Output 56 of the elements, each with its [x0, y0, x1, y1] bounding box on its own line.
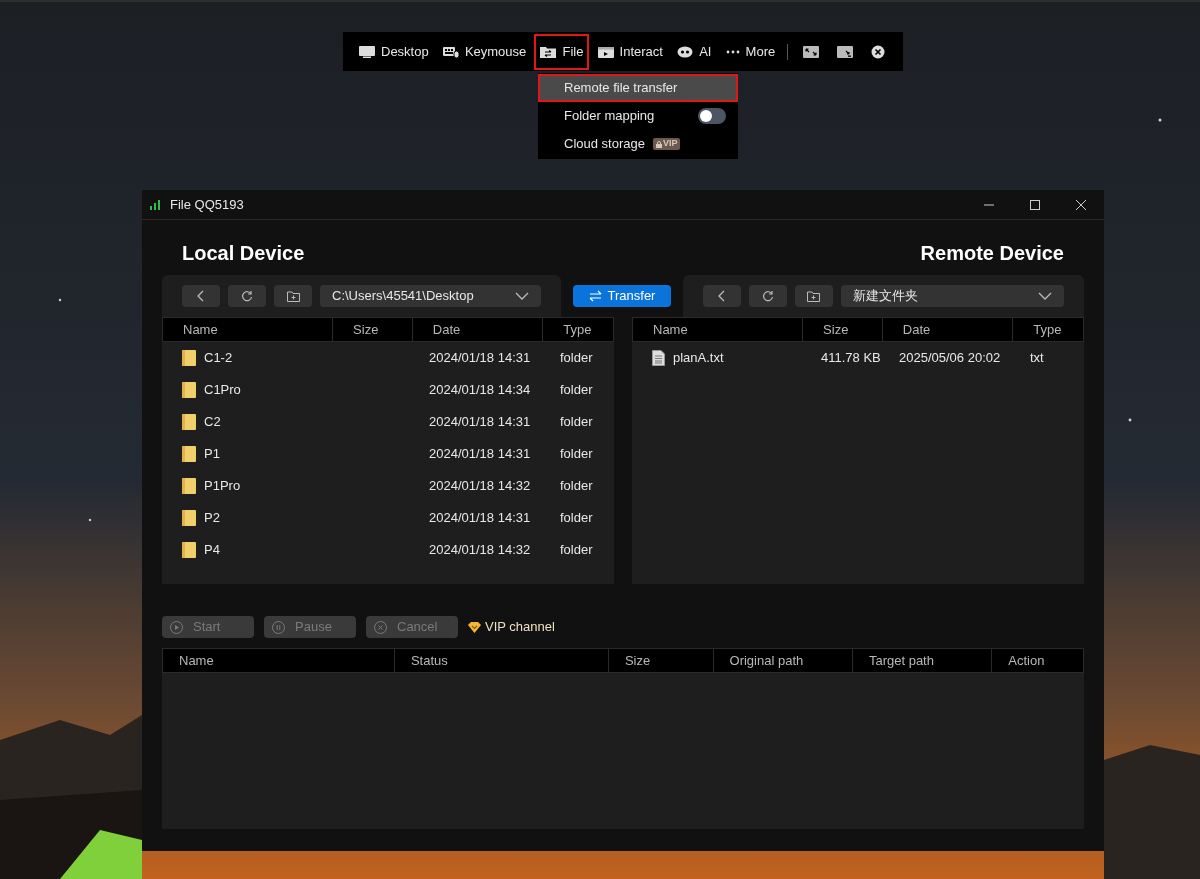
- file-type: folder: [560, 542, 593, 558]
- file-type: folder: [560, 446, 593, 462]
- panel-heading: Remote Device: [920, 241, 1064, 266]
- file-name: P1Pro: [204, 477, 241, 496]
- file-type: folder: [560, 382, 593, 398]
- vip-channel-link[interactable]: VIP channel: [468, 617, 555, 637]
- column-header: Type: [1032, 320, 1063, 339]
- column-header: Target path: [852, 649, 993, 672]
- file-date: 2024/01/18 14:31: [429, 510, 531, 526]
- column-header: Date: [412, 318, 544, 341]
- file-date: 2024/01/18 14:32: [429, 478, 531, 494]
- file-name: P2: [204, 509, 220, 528]
- column-header: Name: [163, 649, 395, 672]
- file-name: C1-2: [204, 349, 233, 368]
- column-header: Size: [608, 649, 714, 672]
- menu-item[interactable]: Cloud storage VIP: [538, 130, 738, 158]
- panel-heading: Local Device: [182, 241, 305, 266]
- file-date: 2025/05/06 20:02: [899, 350, 1001, 366]
- column-header: Size: [803, 318, 883, 341]
- file-name: C2: [204, 413, 221, 432]
- toolbar-button[interactable]: More: [719, 33, 782, 70]
- column-header: Name: [163, 318, 334, 341]
- file-type: folder: [560, 510, 593, 526]
- column-header: Original path: [713, 649, 853, 672]
- file-name: P1: [204, 445, 220, 464]
- column-header: Action: [1007, 651, 1046, 670]
- menu-item[interactable]: Folder mapping: [538, 102, 738, 130]
- file-type: folder: [560, 414, 593, 430]
- file-date: 2024/01/18 14:32: [429, 542, 531, 558]
- toolbar-button[interactable]: Interact: [591, 33, 669, 70]
- toolbar-button[interactable]: Desktop: [353, 33, 435, 70]
- file-name: P4: [204, 541, 220, 560]
- file-date: 2024/01/18 14:31: [429, 414, 531, 430]
- file-size: 411.78 KB: [821, 350, 881, 366]
- column-header: Name: [633, 318, 804, 341]
- menu-item[interactable]: Remote file transfer: [538, 74, 738, 102]
- path-dropdown[interactable]: C:\Users\45541\Desktop: [320, 285, 542, 307]
- transfer-button[interactable]: Transfer: [573, 285, 671, 307]
- file-date: 2024/01/18 14:31: [429, 350, 531, 366]
- column-header: Status: [394, 649, 609, 672]
- vip-badge: VIP: [652, 138, 681, 150]
- file-name: planA.txt: [673, 349, 724, 368]
- file-date: 2024/01/18 14:31: [429, 446, 531, 462]
- file-type: folder: [560, 478, 593, 494]
- column-header: Date: [882, 318, 1014, 341]
- column-header: Type: [562, 320, 593, 339]
- column-header: Size: [333, 318, 413, 341]
- file-date: 2024/01/18 14:34: [429, 382, 531, 398]
- window-title: File QQ5193: [170, 195, 245, 214]
- file-type: txt: [1030, 350, 1044, 366]
- toolbar-button[interactable]: AI: [671, 33, 718, 70]
- toolbar-button[interactable]: File: [534, 33, 590, 70]
- path-dropdown[interactable]: 新建文件夹: [840, 285, 1064, 307]
- file-type: folder: [560, 350, 593, 366]
- file-name: C1Pro: [204, 381, 241, 400]
- toolbar-button[interactable]: Keymouse: [436, 33, 533, 70]
